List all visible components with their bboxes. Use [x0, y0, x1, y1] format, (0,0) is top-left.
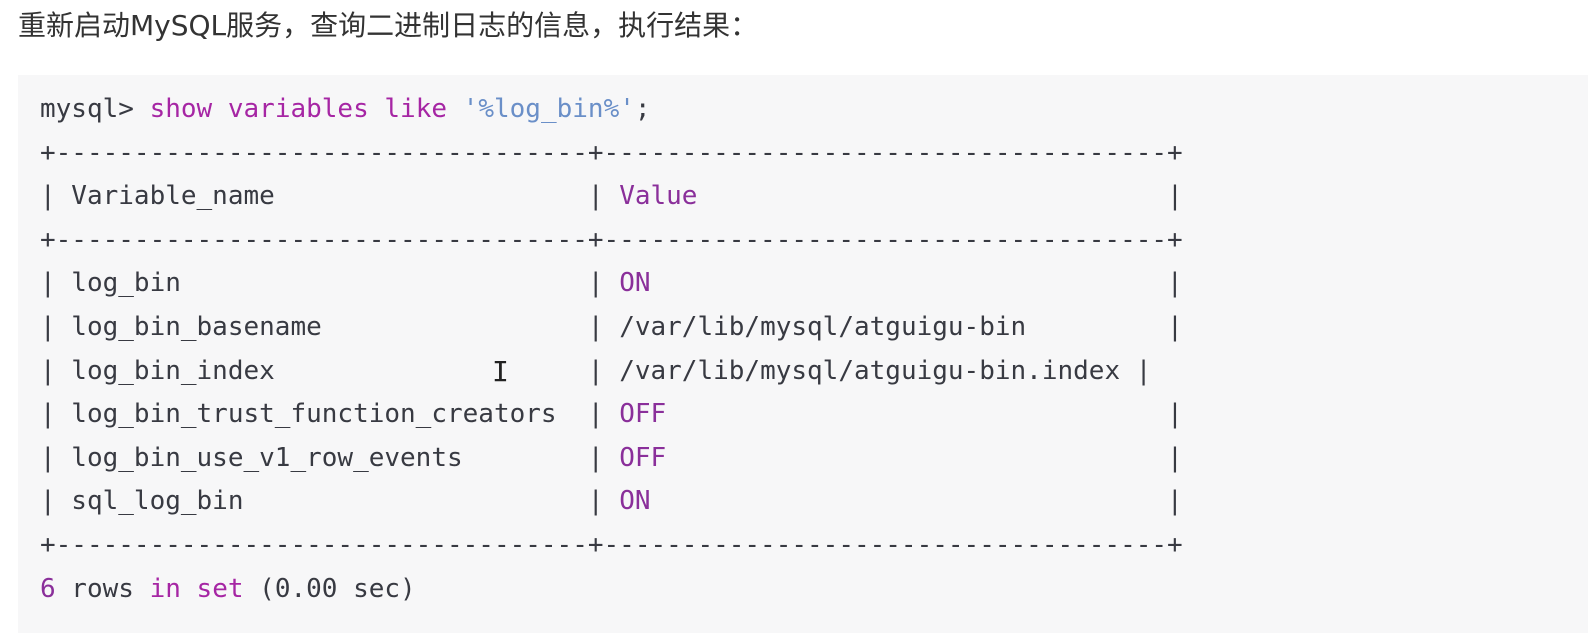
like-pattern: '%log_bin%': [462, 94, 635, 124]
text-cursor-icon: I: [492, 355, 509, 388]
row-value: /var/lib/mysql/atguigu-bin: [619, 311, 1027, 342]
row-count: 6: [40, 573, 56, 604]
header-variable-name: | Variable_name |: [40, 181, 620, 212]
row-variable-name: | log_bin_index |: [40, 355, 620, 386]
table-border-bottom: +----------------------------------+----…: [40, 529, 1183, 560]
row-variable-name: | log_bin_trust_function_creators |: [40, 399, 620, 430]
row-right-edge: |: [650, 268, 1183, 299]
keyword-variables: variables: [227, 94, 369, 124]
table-border-top: +----------------------------------+----…: [40, 137, 1183, 168]
table-row: | log_bin_use_v1_row_events | OFF |: [40, 437, 1183, 481]
query-line: mysql> show variables like '%log_bin%';: [40, 88, 1183, 132]
row-right-edge: |: [1120, 355, 1152, 386]
row-variable-name: | log_bin_basename |: [40, 311, 620, 342]
row-value: /var/lib/mysql/atguigu-bin.index: [619, 355, 1121, 386]
header-value: Value: [619, 181, 698, 212]
row-variable-name: | log_bin_use_v1_row_events |: [40, 442, 620, 473]
header-right-edge: |: [697, 181, 1183, 212]
table-row: | log_bin_basename | /var/lib/mysql/atgu…: [40, 306, 1183, 350]
table-row: | log_bin_index | /var/lib/mysql/atguigu…: [40, 350, 1183, 394]
row-variable-name: | log_bin |: [40, 268, 620, 299]
row-value: ON: [619, 486, 651, 517]
summary-space: [181, 574, 197, 604]
keyword-show: show: [149, 94, 213, 124]
row-value: OFF: [619, 442, 667, 473]
result-summary: 6 rows in set (0.00 sec): [40, 568, 1183, 612]
table-row: | log_bin_trust_function_creators | OFF …: [40, 393, 1183, 437]
row-variable-name: | sql_log_bin |: [40, 486, 620, 517]
row-value: ON: [619, 268, 651, 299]
table-header-row: | Variable_name | Value |: [40, 175, 1183, 219]
intro-text: 重新启动MySQL服务，查询二进制日志的信息，执行结果：: [18, 9, 759, 42]
statement-terminator: ;: [634, 94, 651, 124]
keyword-set: set: [196, 573, 244, 604]
keyword-like: like: [384, 94, 448, 124]
code-content: mysql> show variables like '%log_bin%'; +…: [40, 88, 1183, 611]
table-border-header: +----------------------------------+----…: [40, 224, 1183, 255]
row-right-edge: |: [666, 399, 1183, 430]
row-right-edge: |: [666, 442, 1183, 473]
code-block[interactable]: mysql> show variables like '%log_bin%'; +…: [18, 75, 1588, 633]
keyword-in: in: [149, 573, 181, 604]
table-row: | log_bin | ON |: [40, 262, 1183, 306]
row-right-edge: |: [1026, 311, 1183, 342]
timing-text: (0.00 sec): [243, 573, 416, 604]
row-right-edge: |: [650, 486, 1183, 517]
rows-word: rows: [55, 573, 150, 604]
row-value: OFF: [619, 399, 667, 430]
mysql-prompt: mysql>: [40, 94, 150, 124]
table-row: | sql_log_bin | ON |: [40, 480, 1183, 524]
